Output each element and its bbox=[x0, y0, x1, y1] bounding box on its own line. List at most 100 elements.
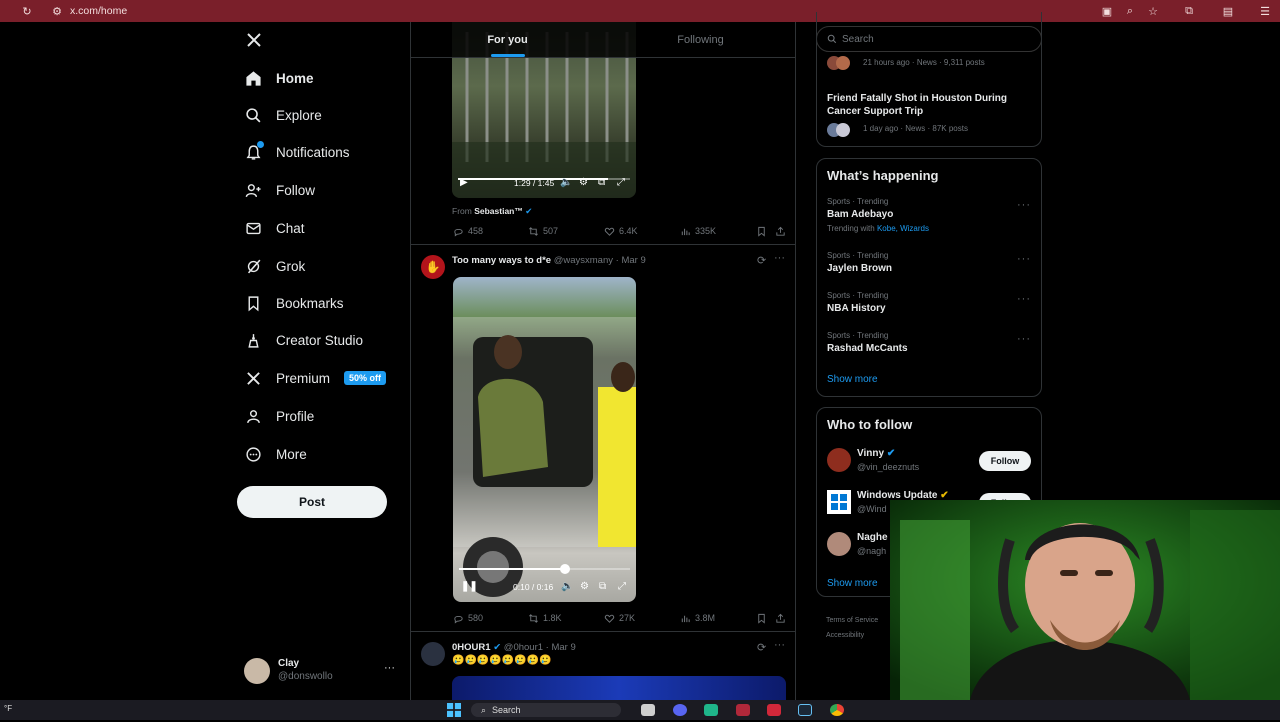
fullscreen-icon[interactable]: ⤢ bbox=[618, 581, 626, 592]
news-title[interactable]: Friend Fatally Shot in Houston During Ca… bbox=[827, 92, 1027, 118]
nav-item-bookmarks[interactable]: Bookmarks bbox=[244, 288, 344, 318]
grok-icon[interactable]: ⟳ bbox=[757, 641, 766, 654]
bookmark-button[interactable] bbox=[756, 226, 767, 237]
nav-item-creator-studio[interactable]: Creator Studio bbox=[244, 325, 363, 355]
settings-icon[interactable]: ⚙ bbox=[579, 177, 588, 188]
taskbar-search[interactable]: ⌕ Search bbox=[471, 703, 621, 717]
avatar[interactable] bbox=[421, 642, 445, 666]
nav-item-more[interactable]: More bbox=[244, 439, 307, 469]
nav-item-premium[interactable]: Premium 50% off bbox=[244, 363, 387, 393]
pause-icon[interactable]: ❚❚ bbox=[461, 581, 478, 592]
repost-button[interactable]: 1.8K bbox=[528, 613, 562, 624]
nav-item-explore[interactable]: Explore bbox=[244, 100, 322, 130]
hand-icon: ✋ bbox=[425, 260, 441, 274]
extensions-icon[interactable]: ⧉ bbox=[1182, 4, 1196, 18]
account-switcher[interactable]: Clay @donswollo ··· bbox=[244, 656, 400, 686]
trend-item[interactable]: Sports · Trending NBA History ··· bbox=[817, 291, 1041, 317]
video-frame-image bbox=[453, 317, 636, 597]
from-author-link[interactable]: Sebastian™ bbox=[474, 206, 523, 216]
discord-icon[interactable] bbox=[673, 704, 687, 716]
pip-icon[interactable]: ⧉ bbox=[599, 581, 606, 592]
author-handle[interactable]: @waysxmany bbox=[554, 255, 613, 266]
post-media[interactable] bbox=[452, 676, 786, 700]
trend-more-icon[interactable]: ··· bbox=[1017, 293, 1031, 305]
pip-icon[interactable]: ⧉ bbox=[598, 177, 605, 188]
nav-item-follow[interactable]: Follow bbox=[244, 175, 315, 205]
play-icon[interactable]: ▶ bbox=[460, 177, 468, 188]
views-button[interactable]: 3.8M bbox=[680, 613, 715, 624]
volume-icon[interactable]: 🔈 bbox=[561, 581, 573, 592]
post-divider bbox=[411, 631, 795, 632]
trend-item[interactable]: Sports · Trending Bam Adebayo Trending w… bbox=[817, 197, 1041, 239]
post-more-icon[interactable]: ··· bbox=[774, 639, 785, 651]
view-count: 335K bbox=[695, 226, 717, 236]
trend-more-icon[interactable]: ··· bbox=[1017, 253, 1031, 265]
steam-icon[interactable] bbox=[798, 704, 812, 716]
trend-more-icon[interactable]: ··· bbox=[1017, 333, 1031, 345]
app-icon[interactable] bbox=[767, 704, 781, 716]
video-scrubber[interactable] bbox=[459, 564, 630, 574]
show-more-link[interactable]: Show more bbox=[827, 374, 878, 385]
weather-widget[interactable]: °F bbox=[4, 704, 12, 713]
share-button[interactable] bbox=[775, 226, 786, 237]
trend-item[interactable]: Sports · Trending Jaylen Brown ··· bbox=[817, 251, 1041, 277]
footer-link-accessibility[interactable]: Accessibility bbox=[826, 628, 878, 643]
app-icon[interactable] bbox=[704, 704, 718, 716]
site-settings-icon[interactable]: ⚙ bbox=[50, 4, 64, 18]
post-date[interactable]: · Mar 9 bbox=[616, 255, 646, 266]
author-handle[interactable]: @0hour1 bbox=[504, 642, 543, 653]
nav-item-chat[interactable]: Chat bbox=[244, 213, 305, 243]
tab-following[interactable]: Following bbox=[604, 22, 795, 57]
volume-icon[interactable]: 🔈 bbox=[560, 177, 572, 188]
user-icon bbox=[244, 407, 262, 425]
share-button[interactable] bbox=[775, 613, 786, 624]
account-more-icon[interactable]: ··· bbox=[384, 662, 395, 674]
nav-label-bookmarks: Bookmarks bbox=[276, 295, 344, 311]
like-count: 27K bbox=[619, 613, 636, 623]
nav-item-profile[interactable]: Profile bbox=[244, 401, 314, 431]
like-button[interactable]: 6.4K bbox=[604, 226, 638, 237]
windows-start-icon[interactable] bbox=[447, 703, 461, 717]
follow-suggestion[interactable]: Vinny ✔ @vin_deeznuts Follow bbox=[817, 446, 1041, 476]
file-explorer-icon[interactable] bbox=[641, 704, 655, 716]
install-icon[interactable]: ▣ bbox=[1100, 4, 1114, 18]
account-name: Clay bbox=[278, 658, 300, 669]
follow-button[interactable]: Follow bbox=[979, 451, 1031, 471]
zoom-icon[interactable]: ⌕ bbox=[1123, 4, 1137, 18]
tab-for-you[interactable]: For you bbox=[411, 22, 604, 57]
avatar[interactable]: ✋ bbox=[421, 255, 445, 279]
menu-icon[interactable]: ☰ bbox=[1258, 4, 1272, 18]
trend-more-icon[interactable]: ··· bbox=[1017, 199, 1031, 211]
post-button[interactable]: Post bbox=[237, 486, 387, 518]
repost-button[interactable]: 507 bbox=[528, 226, 558, 237]
grok-icon[interactable]: ⟳ bbox=[757, 254, 766, 267]
reply-button[interactable]: 458 bbox=[453, 226, 483, 237]
trend-item[interactable]: Sports · Trending Rashad McCants ··· bbox=[817, 331, 1041, 357]
fullscreen-icon[interactable]: ⤢ bbox=[617, 177, 625, 188]
sidebar-icon[interactable]: ▤ bbox=[1221, 4, 1235, 18]
reload-icon[interactable]: ↻ bbox=[20, 4, 34, 18]
nav-item-notifications[interactable]: Notifications bbox=[244, 137, 350, 167]
nav-item-grok[interactable]: Grok bbox=[244, 251, 305, 281]
bookmark-button[interactable] bbox=[756, 613, 767, 624]
x-logo-icon[interactable] bbox=[246, 32, 262, 48]
video-player[interactable]: ❚❚ 0:10 / 0:16 🔈 ⚙ ⧉ ⤢ bbox=[453, 277, 636, 602]
nav-item-home[interactable]: Home bbox=[244, 63, 314, 93]
like-button[interactable]: 27K bbox=[604, 613, 635, 624]
app-icon[interactable] bbox=[736, 704, 750, 716]
show-more-link[interactable]: Show more bbox=[827, 578, 878, 589]
post-divider bbox=[411, 244, 795, 245]
author-name[interactable]: Too many ways to d*e bbox=[452, 255, 551, 266]
from-attribution: From Sebastian™ ✔ bbox=[452, 206, 532, 217]
author-name[interactable]: 0HOUR1 bbox=[452, 642, 491, 653]
chrome-icon[interactable] bbox=[830, 704, 844, 716]
star-icon[interactable]: ☆ bbox=[1146, 4, 1160, 18]
address-bar[interactable]: x.com/home bbox=[70, 5, 127, 17]
post-date[interactable]: · Mar 9 bbox=[546, 642, 576, 653]
views-button[interactable]: 335K bbox=[680, 226, 716, 237]
reply-button[interactable]: 580 bbox=[453, 613, 483, 624]
footer-link-terms[interactable]: Terms of Service bbox=[826, 613, 878, 628]
settings-icon[interactable]: ⚙ bbox=[580, 581, 589, 592]
post-more-icon[interactable]: ··· bbox=[774, 252, 785, 264]
trend-with-links[interactable]: Kobe, Wizards bbox=[877, 224, 929, 233]
